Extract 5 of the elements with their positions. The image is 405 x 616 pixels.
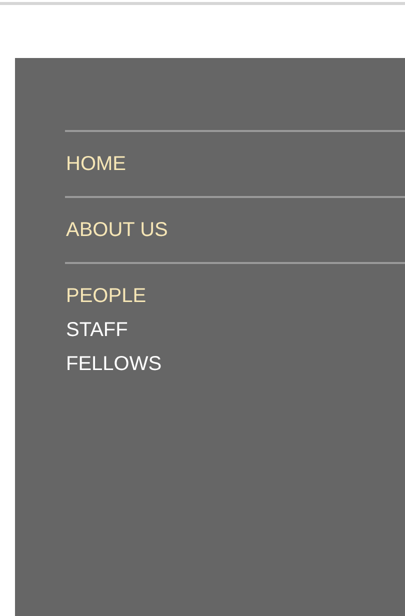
submenu-link[interactable]: FELLOWS — [66, 352, 162, 376]
submenu-link[interactable]: STAFF — [66, 318, 128, 342]
menu-link[interactable]: ABOUT US — [66, 218, 168, 242]
menu-link[interactable]: PEOPLE — [66, 284, 146, 308]
menu-link[interactable]: HOME — [66, 152, 126, 176]
